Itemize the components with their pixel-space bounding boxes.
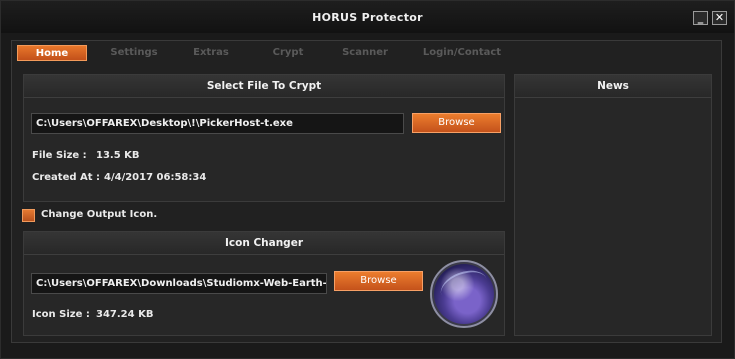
tab-home[interactable]: Home <box>17 45 87 61</box>
content-area: Home Settings Extras Crypt Scanner Login… <box>11 40 722 343</box>
window-title: HORUS Protector <box>312 11 423 24</box>
file-size-label: File Size : <box>32 150 87 161</box>
file-size-value: 13.5 KB <box>96 150 140 161</box>
select-file-panel: Select File To Crypt C:\Users\OFFAREX\De… <box>23 74 505 202</box>
tab-extras[interactable]: Extras <box>176 45 246 61</box>
browse-icon-button[interactable]: Browse <box>334 271 423 291</box>
select-file-header: Select File To Crypt <box>24 75 504 98</box>
main-window: HORUS Protector _ ✕ Home Settings Extras… <box>0 0 735 359</box>
icon-changer-header: Icon Changer <box>24 232 504 255</box>
tab-settings[interactable]: Settings <box>99 45 169 61</box>
news-header: News <box>515 75 711 98</box>
icon-size-value: 347.24 KB <box>96 309 154 320</box>
change-icon-label[interactable]: Change Output Icon. <box>41 209 157 220</box>
title-bar[interactable]: HORUS Protector _ ✕ <box>1 1 734 33</box>
change-icon-checkbox[interactable] <box>22 209 35 222</box>
created-at-label: Created At : <box>32 172 101 183</box>
tab-login-contact[interactable]: Login/Contact <box>412 45 512 61</box>
created-at-value: 4/4/2017 06:58:34 <box>104 172 207 183</box>
minimize-button[interactable]: _ <box>693 11 708 25</box>
tab-scanner[interactable]: Scanner <box>330 45 400 61</box>
file-path-input[interactable]: C:\Users\OFFAREX\Desktop\!\PickerHost-t.… <box>31 113 404 134</box>
tab-crypt[interactable]: Crypt <box>253 45 323 61</box>
globe-icon <box>430 260 498 328</box>
icon-path-input[interactable]: C:\Users\OFFAREX\Downloads\Studiomx-Web-… <box>31 273 327 294</box>
news-panel: News <box>514 74 712 336</box>
tab-bar: Home Settings Extras Crypt Scanner Login… <box>16 45 717 63</box>
close-button[interactable]: ✕ <box>712 11 727 25</box>
icon-size-label: Icon Size : <box>32 309 90 320</box>
browse-file-button[interactable]: Browse <box>412 113 501 133</box>
